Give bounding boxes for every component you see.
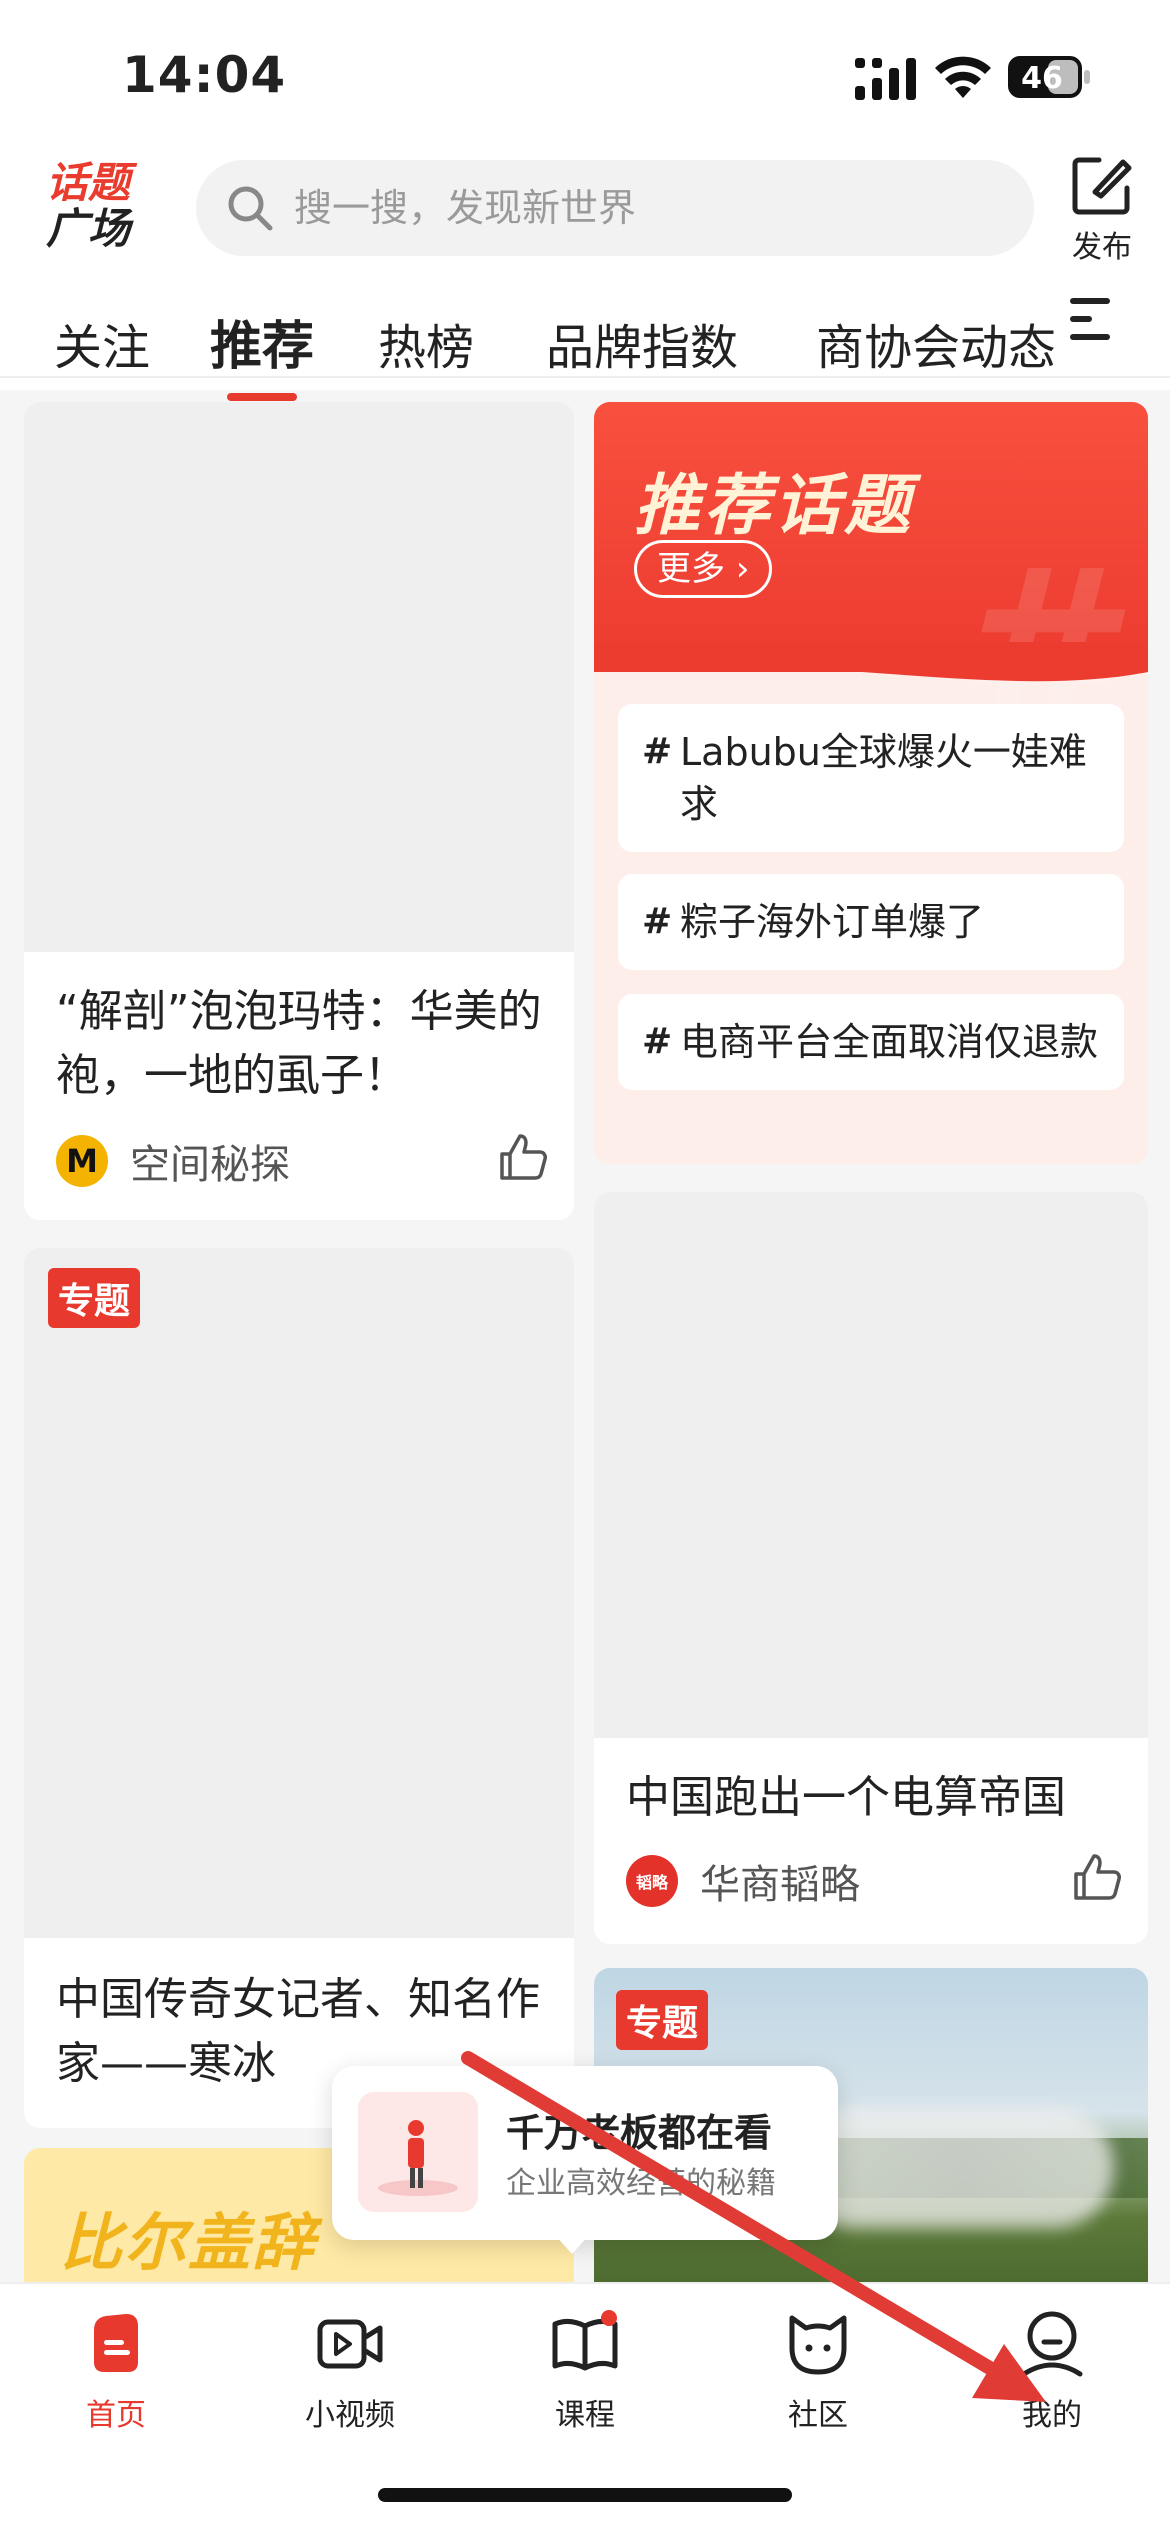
home-icon <box>94 2314 138 2372</box>
video-icon <box>317 2319 383 2369</box>
book-icon <box>552 2310 618 2371</box>
nav-label: 社区 <box>788 2398 848 2433</box>
special-topic-badge: 专题 <box>616 1990 709 2050</box>
feed-card-computing[interactable]: 中国跑出一个电算帝国 韬略 华商韬略 <box>594 1192 1148 1944</box>
status-bar: 14:04 46 <box>0 0 1170 150</box>
special-topic-badge: 专题 <box>48 1268 141 1328</box>
header: 话题 广场 发布 关注 推荐 热榜 品牌指数 商协会动态 <box>0 150 1170 401</box>
status-time: 14:04 <box>122 46 287 104</box>
author-name: 空间秘探 <box>130 1142 290 1188</box>
card-title: “解剖”泡泡玛特：华美的袍，一地的虱子！ <box>56 986 542 1101</box>
nav-label: 小视频 <box>305 2398 395 2433</box>
tab-recommend[interactable]: 推荐 <box>210 304 314 401</box>
chevron-right-icon: › <box>735 549 750 589</box>
topics-more-button[interactable]: 更多 › <box>634 540 773 598</box>
photo-smoke <box>794 2108 1114 2228</box>
publish-label: 发布 <box>1072 230 1132 265</box>
battery-level: 46 <box>1021 61 1063 96</box>
card-author[interactable]: 韬略 华商韬略 <box>626 1852 860 1910</box>
tab-brand-index[interactable]: 品牌指数 <box>546 308 738 378</box>
nav-label: 课程 <box>555 2398 615 2433</box>
topic-item[interactable]: # 电商平台全面取消仅退款 <box>618 994 1124 1090</box>
tab-follow[interactable]: 关注 <box>54 308 150 378</box>
nav-profile[interactable]: 我的 <box>972 2308 1132 2434</box>
active-tab-indicator <box>227 393 297 401</box>
hash-icon: # <box>642 901 673 942</box>
topic-item[interactable]: # Labubu全球爆火一娃难求 <box>618 704 1124 852</box>
tab-chamber-news[interactable]: 商协会动态 <box>816 308 1056 378</box>
nav-short-video[interactable]: 小视频 <box>270 2308 430 2434</box>
nav-label: 首页 <box>86 2398 146 2433</box>
banner-text: 比尔盖辞 <box>60 2206 317 2279</box>
app-logo[interactable]: 话题 广场 <box>46 160 156 252</box>
thumbs-up-icon[interactable] <box>498 1132 548 1182</box>
hash-icon: # <box>642 731 673 772</box>
card-author[interactable]: M 空间秘探 <box>56 1132 290 1190</box>
wave-divider <box>594 642 1148 682</box>
tab-hot-list[interactable]: 热榜 <box>378 308 474 378</box>
card-image-placeholder <box>594 1192 1148 1738</box>
tab-menu-icon[interactable] <box>1070 292 1118 346</box>
tab-bar: 关注 推荐 热榜 品牌指数 商协会动态 <box>0 290 1170 401</box>
card-image-placeholder <box>24 402 574 952</box>
publish-button[interactable]: 发布 <box>1066 154 1138 266</box>
recommended-topics-card: # 推荐话题 更多 › # Labubu全球爆火一娃难求 # 粽子海外订单爆了 … <box>594 402 1148 1164</box>
search-bar[interactable] <box>196 160 1034 256</box>
author-avatar: M <box>56 1135 108 1187</box>
wifi-icon <box>935 56 991 98</box>
search-input[interactable] <box>294 160 994 256</box>
logo-line2: 广场 <box>46 204 131 253</box>
promo-illustration <box>358 2092 478 2212</box>
header-divider <box>0 376 1170 378</box>
battery-icon: 46 <box>1008 56 1090 98</box>
cat-icon <box>789 2315 847 2375</box>
feed-card-popmart[interactable]: “解剖”泡泡玛特：华美的袍，一地的虱子！ M 空间秘探 <box>24 402 574 1220</box>
hash-icon: # <box>642 1021 673 1062</box>
promo-subtitle: 企业高效经营的秘籍 <box>506 2166 776 2201</box>
author-avatar: 韬略 <box>626 1855 678 1907</box>
topics-header: # 推荐话题 更多 › <box>594 402 1148 778</box>
search-icon <box>228 186 273 231</box>
profile-icon <box>1021 2311 1083 2377</box>
promo-title: 千万老板都在看 <box>506 2111 773 2155</box>
nav-course[interactable]: 课程 <box>505 2308 665 2434</box>
edit-icon <box>1072 157 1132 215</box>
nav-community[interactable]: 社区 <box>738 2308 898 2434</box>
nav-home[interactable]: 首页 <box>36 2308 196 2434</box>
logo-line1: 话题 <box>46 158 131 207</box>
thumbs-up-icon[interactable] <box>1072 1852 1122 1902</box>
nav-label: 我的 <box>1022 2398 1082 2433</box>
topics-heading: 推荐话题 <box>634 467 914 544</box>
promo-popup[interactable]: 千万老板都在看 企业高效经营的秘籍 <box>332 2066 838 2254</box>
cellular-signal-icon <box>855 58 916 100</box>
popup-tail <box>554 2234 590 2254</box>
author-name: 华商韬略 <box>700 1862 860 1908</box>
card-image-placeholder <box>24 1248 574 1938</box>
card-title: 中国跑出一个电算帝国 <box>626 1772 1066 1823</box>
feed-card-hanbing[interactable]: 专题 中国传奇女记者、知名作家——寒冰 <box>24 1248 574 2128</box>
topic-item[interactable]: # 粽子海外订单爆了 <box>618 874 1124 970</box>
home-indicator <box>378 2488 792 2502</box>
